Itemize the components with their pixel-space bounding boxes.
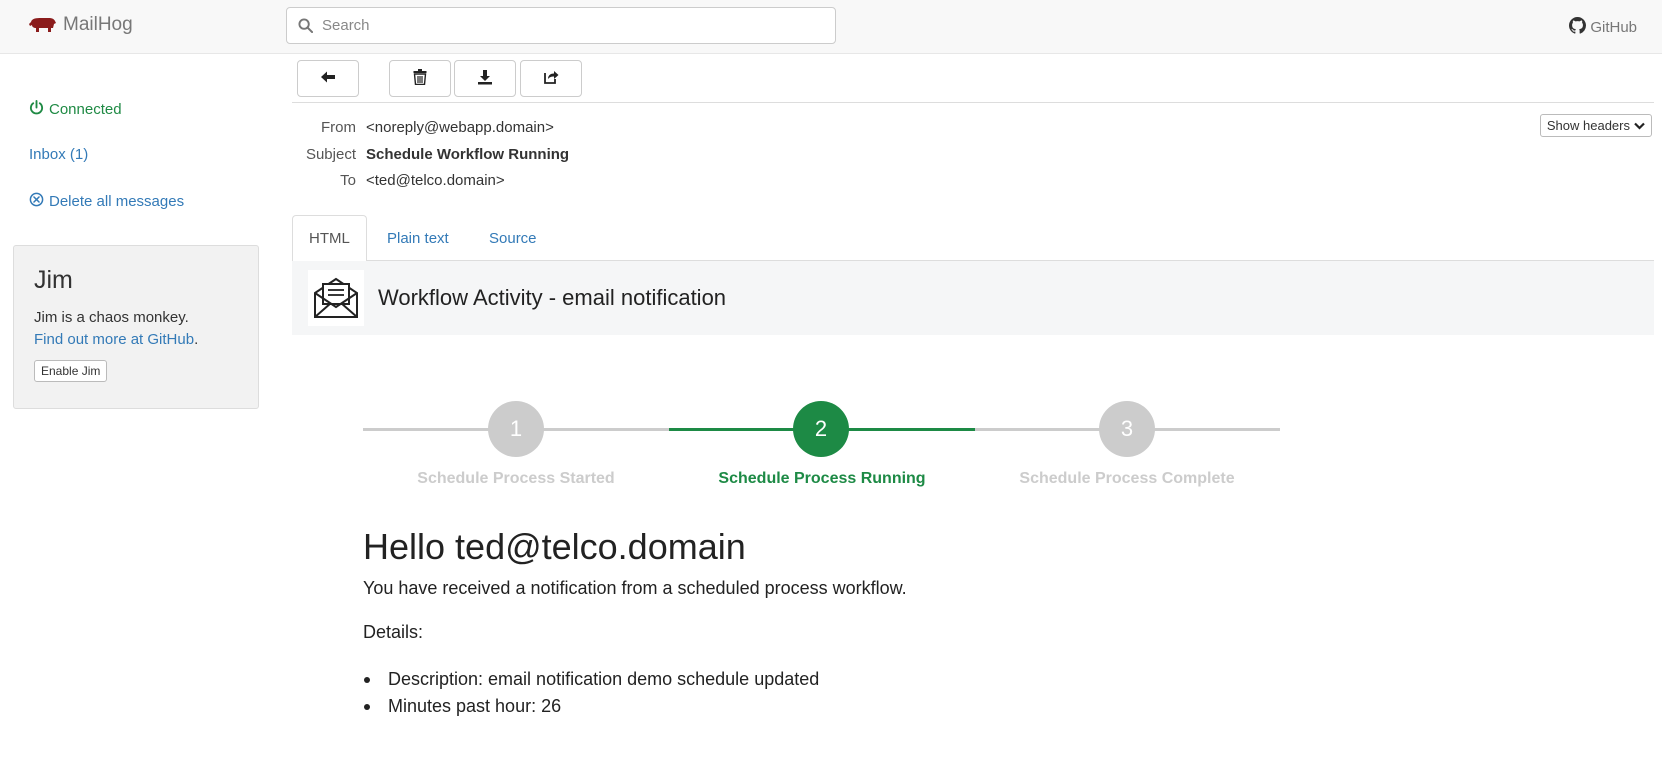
share-icon (543, 69, 559, 89)
power-icon (29, 100, 44, 119)
email-intro: You have received a notification from a … (363, 578, 907, 598)
jim-github-link[interactable]: Find out more at GitHub (34, 331, 194, 348)
back-button[interactable] (297, 60, 359, 97)
github-label: GitHub (1590, 19, 1637, 36)
content-tabs: HTML Plain text Source (292, 215, 1654, 262)
jim-link-suffix: . (194, 331, 199, 348)
email-banner-title: Workflow Activity - email notification (378, 285, 727, 310)
jim-title: Jim (34, 266, 73, 294)
step-3-circle: 3 (1099, 401, 1155, 457)
enable-jim-button[interactable]: Enable Jim (34, 360, 108, 382)
step-2-circle: 2 (793, 401, 849, 457)
message-toolbar (292, 60, 1654, 103)
list-item: Minutes past hour: 26 (363, 693, 819, 720)
download-button[interactable] (454, 60, 516, 97)
top-navbar: MailHog GitHub (0, 0, 1662, 54)
to-label: To (340, 172, 356, 189)
connected-label: Connected (49, 101, 122, 118)
brand-name: MailHog (63, 14, 133, 35)
search-icon (298, 18, 314, 34)
show-headers-label: Show headers (1546, 118, 1630, 133)
chevron-down-icon (1634, 118, 1645, 133)
details-list: Description: email notification demo sch… (363, 666, 819, 720)
tab-html[interactable]: HTML (292, 215, 367, 262)
step-1-label: Schedule Process Started (417, 470, 615, 487)
github-link[interactable]: GitHub (1569, 17, 1637, 38)
subject-value: Schedule Workflow Running (366, 146, 570, 163)
back-arrow-icon (320, 70, 336, 88)
delete-all-messages-link[interactable]: Delete all messages (29, 192, 184, 211)
release-button[interactable] (520, 60, 582, 97)
delete-all-label: Delete all messages (49, 193, 185, 210)
jim-description-text: Jim is a chaos monkey. (34, 309, 189, 326)
download-icon (477, 69, 493, 89)
email-greeting: Hello ted@telco.domain (363, 526, 746, 567)
remove-circle-icon (29, 192, 44, 211)
step-2-label: Schedule Process Running (718, 470, 926, 487)
search-input[interactable] (322, 17, 822, 34)
hog-logo-icon (29, 16, 57, 34)
connected-status-link[interactable]: Connected (29, 100, 122, 119)
trash-icon (413, 68, 427, 89)
from-label: From (321, 119, 356, 136)
jim-description: Jim is a chaos monkey. Find out more at … (34, 307, 238, 351)
subject-label: Subject (305, 146, 356, 163)
show-headers-button[interactable]: Show headers (1539, 114, 1652, 137)
workflow-progress-stepper: 1 2 3 Schedule Process Started Schedule … (363, 400, 1280, 495)
tab-source[interactable]: Source (473, 215, 553, 261)
tab-plain-text[interactable]: Plain text (371, 215, 465, 261)
details-label: Details: (363, 622, 424, 642)
email-banner: Workflow Activity - email notification (292, 261, 1654, 335)
list-item: Description: email notification demo sch… (363, 666, 819, 693)
from-value: <noreply@webapp.domain> (366, 119, 554, 136)
brand-link[interactable]: MailHog (29, 14, 133, 36)
inbox-link[interactable]: Inbox (1) (29, 146, 88, 163)
search-box[interactable] (286, 7, 836, 44)
delete-message-button[interactable] (389, 60, 451, 97)
envelope-icon (308, 270, 364, 326)
github-icon (1569, 17, 1587, 38)
jim-panel: Jim Jim is a chaos monkey. Find out more… (13, 245, 259, 409)
step-1-circle: 1 (488, 401, 544, 457)
to-value: <ted@telco.domain> (366, 172, 505, 189)
step-3-label: Schedule Process Complete (1019, 470, 1235, 487)
inbox-label: Inbox (1) (29, 146, 89, 163)
